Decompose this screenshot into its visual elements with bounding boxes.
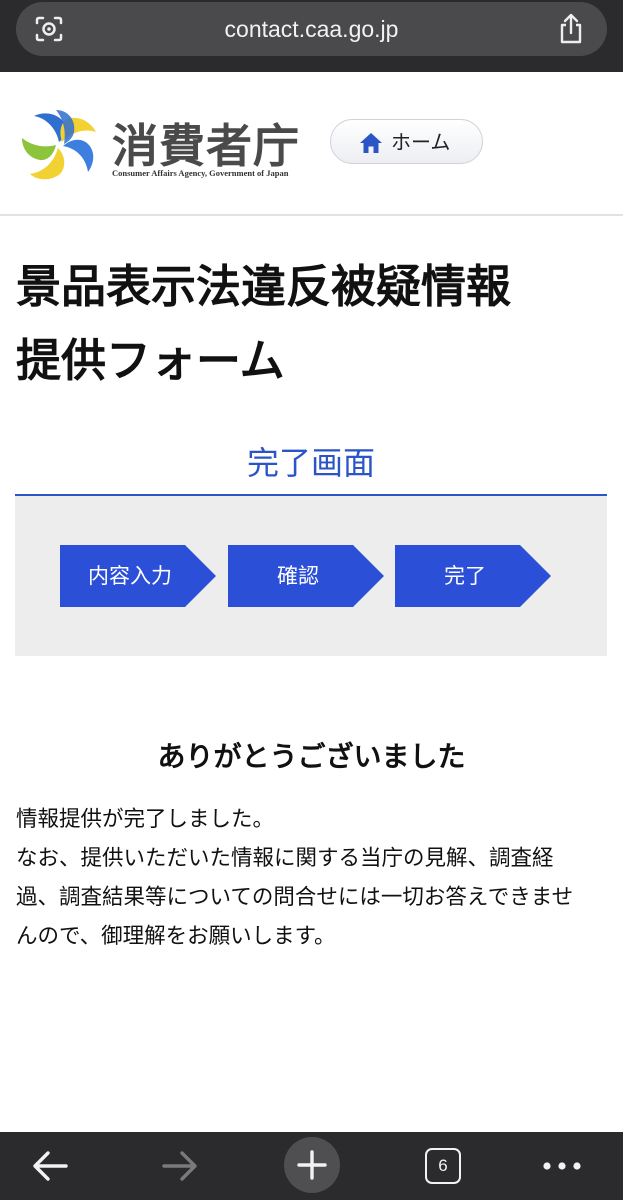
tab-count: 6 xyxy=(425,1148,461,1184)
step-label: 内容入力 xyxy=(88,564,172,588)
consumer-affairs-agency-logo-icon[interactable] xyxy=(16,102,102,186)
message-line-1: 情報提供が完了しました。 xyxy=(16,807,275,832)
page-title-line-2: 提供フォーム xyxy=(16,334,285,387)
step-complete: 完了 xyxy=(395,545,551,607)
site-header: 消費者庁 Consumer Affairs Agency, Government… xyxy=(0,72,623,216)
home-icon xyxy=(360,133,382,153)
logo-subtitle: Consumer Affairs Agency, Government of J… xyxy=(112,168,289,178)
browser-top-bar: contact.caa.go.jp xyxy=(0,0,623,72)
step-label: 確認 xyxy=(277,564,319,588)
address-bar[interactable]: contact.caa.go.jp xyxy=(16,2,607,56)
thanks-heading: ありがとうございました xyxy=(157,740,466,773)
message-line-2: なお、提供いただいた情報に関する当庁の見解、調査経過、調査結果等についての問合せ… xyxy=(16,846,574,949)
new-tab-plus-icon[interactable] xyxy=(282,1132,342,1200)
completion-message: 情報提供が完了しました。 なお、提供いただいた情報に関する当庁の見解、調査経過、… xyxy=(16,800,594,956)
tab-switcher-button[interactable]: 6 xyxy=(424,1132,462,1200)
browser-bottom-toolbar: 6 xyxy=(0,1132,623,1200)
progress-steps: 内容入力 確認 完了 xyxy=(15,496,607,656)
section-heading: 完了画面 xyxy=(15,438,607,496)
url-text: contact.caa.go.jp xyxy=(224,16,399,42)
home-button-label: ホーム xyxy=(391,130,451,154)
page-title: 景品表示法違反被疑情報 提供フォーム xyxy=(16,250,606,398)
more-menu-icon[interactable] xyxy=(540,1132,584,1200)
page-title-line-1: 景品表示法違反被疑情報 xyxy=(16,260,512,313)
logo-title: 消費者庁 xyxy=(112,119,300,173)
home-button[interactable]: ホーム xyxy=(330,119,483,164)
step-confirm: 確認 xyxy=(228,545,384,607)
step-label: 完了 xyxy=(444,564,486,588)
back-arrow-icon[interactable] xyxy=(30,1132,70,1200)
step-input: 内容入力 xyxy=(60,545,216,607)
forward-arrow-icon[interactable] xyxy=(160,1132,200,1200)
share-icon[interactable] xyxy=(557,13,585,45)
